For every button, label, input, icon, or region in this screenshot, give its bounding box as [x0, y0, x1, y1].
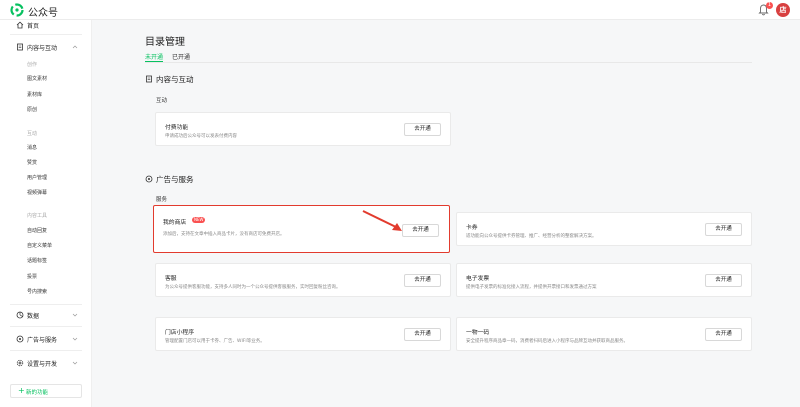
- activate-button[interactable]: 去开通: [705, 223, 742, 236]
- feature-card-e-invoice: 电子发票 提供电子发票的标准化接入流程，并提供开票接口和发票通过方案 去开通: [456, 263, 752, 297]
- sidebar-item-label: 内容与互动: [27, 45, 58, 52]
- service-icon: [145, 175, 153, 183]
- sidebar-subitem[interactable]: 用户管理: [27, 174, 47, 181]
- sidebar-subitem[interactable]: 自定义菜单: [27, 242, 52, 249]
- sidebar-item-data[interactable]: 数据: [0, 310, 92, 322]
- top-bar: 公众号 1 店: [0, 0, 800, 20]
- sidebar-subitem[interactable]: 图文素材: [27, 75, 47, 82]
- card-description: 申请成功后公众号可以发表付费内容: [165, 134, 237, 139]
- tab-not-activated[interactable]: 未开通: [145, 52, 164, 62]
- card-description: 为公众号提供客服功能，支持多人同时为一个公众号提供客服服务，实时回复粉丝咨询。: [165, 285, 341, 290]
- sidebar-item-label: 首页: [27, 23, 40, 30]
- chevron-down-icon: [72, 361, 78, 365]
- section-title-text: 内容与互动: [156, 75, 194, 84]
- sidebar-subitem[interactable]: 原创: [27, 106, 37, 113]
- home-icon: [16, 21, 24, 29]
- sidebar-subitem[interactable]: 视频弹幕: [27, 189, 47, 196]
- divider: [10, 304, 82, 305]
- section-title-content: 内容与互动: [145, 74, 265, 84]
- card-title: 门店小程序: [165, 330, 194, 336]
- feature-card-one-item-one-code: 一物一码 安全提升程序商品章一码，消费者扫码后进入小程序与品牌互动并获取商品服务…: [456, 317, 752, 351]
- chevron-up-icon: [72, 45, 78, 49]
- section-subtitle: 互动: [156, 98, 168, 104]
- tab-activated[interactable]: 已开通: [172, 52, 190, 61]
- card-description: 安全提升程序商品章一码，消费者扫码后进入小程序与品牌互动并获取商品服务。: [466, 339, 628, 344]
- notification-badge: 1: [766, 2, 773, 9]
- new-feature-label: 新的功能: [26, 390, 49, 396]
- activate-button[interactable]: 去开通: [404, 123, 441, 136]
- card-description: 适功能向公众号提供卡券管理、推广、经营分析的整套解决方案。: [466, 234, 597, 239]
- divider: [10, 350, 82, 351]
- sidebar-item-settings[interactable]: 设置与开发: [0, 358, 92, 370]
- card-title: 电子发票: [466, 276, 490, 282]
- card-title: 卡券: [466, 225, 478, 231]
- sidebar-item-label: 广告与服务: [27, 337, 58, 344]
- section-title-ads: 广告与服务: [145, 174, 265, 184]
- sidebar-subitem[interactable]: 素材库: [27, 91, 42, 98]
- card-description: 添加后，支持在文章中插入商品卡片，没有商店可免费开店。: [163, 232, 285, 237]
- activate-button[interactable]: 去开通: [705, 328, 742, 341]
- chevron-down-icon: [72, 337, 78, 341]
- sidebar-subitem[interactable]: 号内搜索: [27, 288, 47, 295]
- feature-card-customer-service: 客服 为公众号提供客服功能，支持多人同时为一个公众号提供客服服务，实时回复粉丝咨…: [155, 263, 451, 297]
- avatar[interactable]: 店: [776, 3, 790, 17]
- feature-card-paid: 付费功能 申请成功后公众号可以发表付费内容 去开通: [155, 112, 451, 146]
- sidebar-item-label: 设置与开发: [27, 361, 58, 368]
- card-description: 管理配置门店可以用于卡券、广告、WIFI等业务。: [165, 339, 265, 344]
- red-arrow-annotation: [362, 210, 402, 231]
- document-icon: [17, 43, 23, 51]
- sidebar-subitem[interactable]: 话题标签: [27, 257, 47, 264]
- sidebar-subitem[interactable]: 消息: [27, 144, 37, 151]
- sidebar-subitem[interactable]: 自动回复: [27, 227, 47, 234]
- new-feature-button[interactable]: + 新的功能: [10, 384, 82, 398]
- sidebar-item-content[interactable]: 内容与互动: [0, 42, 92, 54]
- page-title: 目录管理: [145, 37, 185, 48]
- chart-icon: [16, 311, 24, 319]
- divider: [10, 326, 82, 327]
- new-badge: NEW: [192, 217, 206, 223]
- activate-button[interactable]: 去开通: [402, 224, 439, 237]
- service-icon: [16, 335, 24, 343]
- sidebar-subitem[interactable]: 投票: [27, 273, 37, 280]
- wechat-official-logo-icon[interactable]: [10, 3, 24, 17]
- section-title-text: 广告与服务: [156, 175, 194, 184]
- brand-name[interactable]: 公众号: [28, 4, 58, 19]
- sidebar-group-label: 创作: [27, 62, 38, 68]
- activate-button[interactable]: 去开通: [404, 274, 441, 287]
- divider: [10, 34, 82, 35]
- sidebar-item-label: 数据: [27, 313, 40, 320]
- card-title: 客服: [165, 276, 177, 282]
- sidebar-item-ads[interactable]: 广告与服务: [0, 334, 92, 346]
- plus-icon: +: [18, 386, 25, 395]
- sidebar-subitem[interactable]: 赞赏: [27, 159, 37, 166]
- tab-bar: 未开通 已开通: [145, 52, 752, 63]
- card-title: 我的商店: [163, 220, 187, 226]
- document-icon: [146, 75, 152, 83]
- section-subtitle: 服务: [156, 197, 168, 203]
- card-description: 提供电子发票的标准化接入流程，并提供开票接口和发票通过方案: [466, 285, 597, 290]
- gear-icon: [16, 359, 24, 367]
- activate-button[interactable]: 去开通: [705, 274, 742, 287]
- sidebar-group-label: 互动: [27, 131, 38, 137]
- feature-card-coupon: 卡券 适功能向公众号提供卡券管理、推广、经营分析的整套解决方案。 去开通: [456, 212, 752, 246]
- feature-card-store-miniprogram: 门店小程序 管理配置门店可以用于卡券、广告、WIFI等业务。 去开通: [155, 317, 451, 351]
- card-title: 一物一码: [466, 330, 490, 336]
- card-title: 付费功能: [165, 125, 189, 131]
- sidebar: 首页 内容与互动 创作 图文素材 素材库 原创 互动 消息 赞赏 用户管理 视频…: [0, 20, 92, 407]
- chevron-down-icon: [72, 313, 78, 317]
- sidebar-item-home[interactable]: 首页: [0, 20, 92, 32]
- activate-button[interactable]: 去开通: [404, 328, 441, 341]
- sidebar-group-label: 内容工具: [27, 213, 48, 219]
